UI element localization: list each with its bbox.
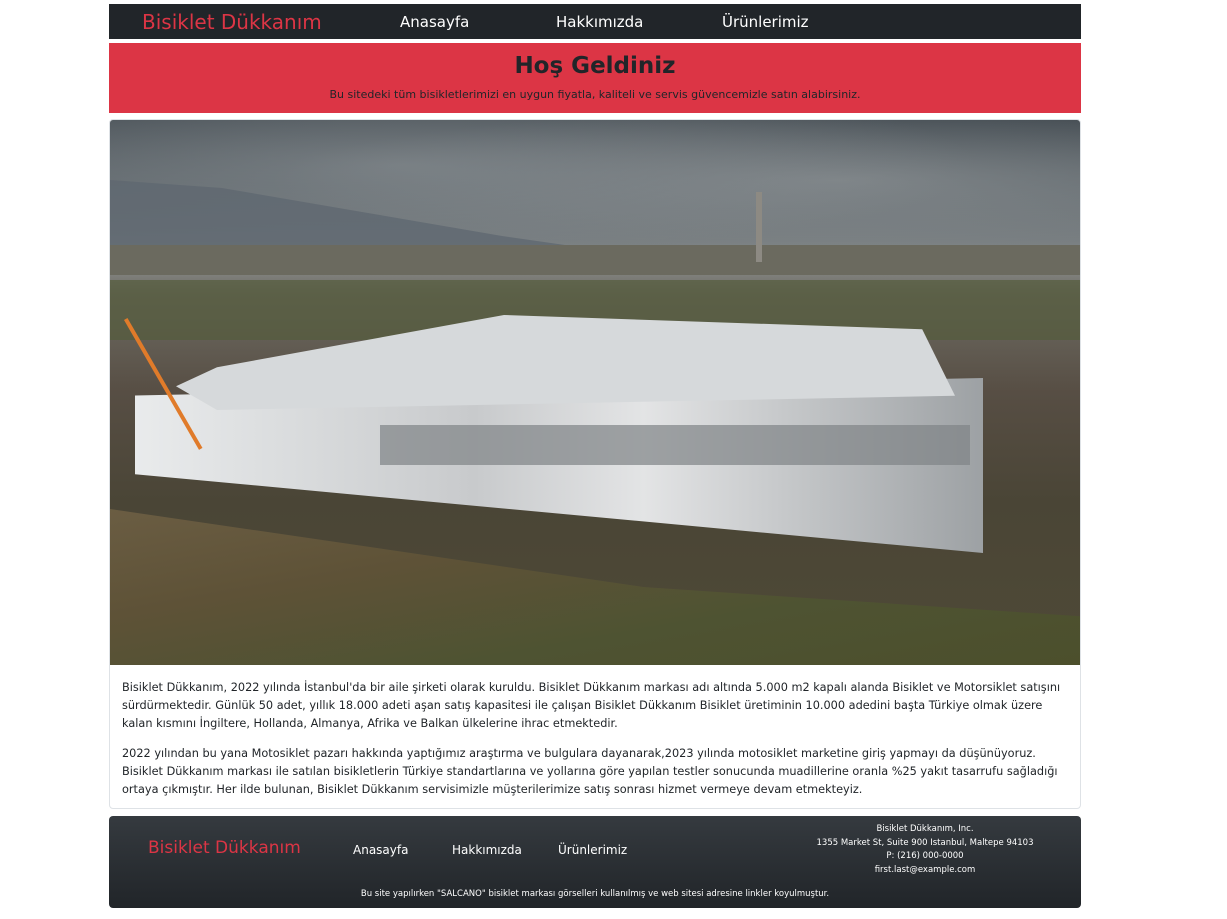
nav-link-anasayfa[interactable]: Anasayfa <box>400 13 556 31</box>
footer-link-hakkimizda[interactable]: Hakkımızda <box>452 843 522 857</box>
photo-chimney <box>756 192 762 262</box>
footer-address: Bisiklet Dükkanım, Inc. 1355 Market St, … <box>809 823 1041 877</box>
footer-phone: P: (216) 000-0000 <box>886 851 964 861</box>
photo-factory-band <box>380 425 970 465</box>
factory-aerial-photo <box>110 120 1080 665</box>
photo-horizon <box>110 245 1080 275</box>
welcome-banner: Hoş Geldiniz Bu sitedeki tüm bisikletler… <box>109 43 1081 113</box>
welcome-title: Hoş Geldiniz <box>514 53 676 79</box>
welcome-subtitle: Bu sitedeki tüm bisikletlerimizi en uygu… <box>329 88 861 101</box>
nav-link-hakkimizda[interactable]: Hakkımızda <box>556 13 722 31</box>
navbar-links: Anasayfa Hakkımızda Ürünlerimiz <box>400 13 809 31</box>
site-footer: Bisiklet Dükkanım Anasayfa Hakkımızda Ür… <box>109 816 1081 908</box>
footer-link-urunlerimiz[interactable]: Ürünlerimiz <box>558 843 627 857</box>
footer-street: 1355 Market St, Suite 900 Istanbul, Malt… <box>816 837 1034 848</box>
about-text: Bisiklet Dükkanım, 2022 yılında İstanbul… <box>110 665 1080 799</box>
footer-brand[interactable]: Bisiklet Dükkanım <box>148 838 301 858</box>
navbar-brand[interactable]: Bisiklet Dükkanım <box>142 10 400 34</box>
footer-company: Bisiklet Dükkanım, Inc. <box>876 824 974 834</box>
nav-link-urunlerimiz[interactable]: Ürünlerimiz <box>722 13 809 31</box>
footer-note: Bu site yapılırken "SALCANO" bisiklet ma… <box>360 889 830 899</box>
footer-link-anasayfa[interactable]: Anasayfa <box>353 843 408 857</box>
footer-email[interactable]: first.last@example.com <box>809 864 1041 878</box>
about-paragraph: Bisiklet Dükkanım, 2022 yılında İstanbul… <box>122 681 1061 730</box>
about-card: Bisiklet Dükkanım, 2022 yılında İstanbul… <box>109 119 1081 809</box>
top-navbar: Bisiklet Dükkanım Anasayfa Hakkımızda Ür… <box>109 4 1081 39</box>
about-paragraph: 2022 yılından bu yana Motosiklet pazarı … <box>122 747 1058 796</box>
